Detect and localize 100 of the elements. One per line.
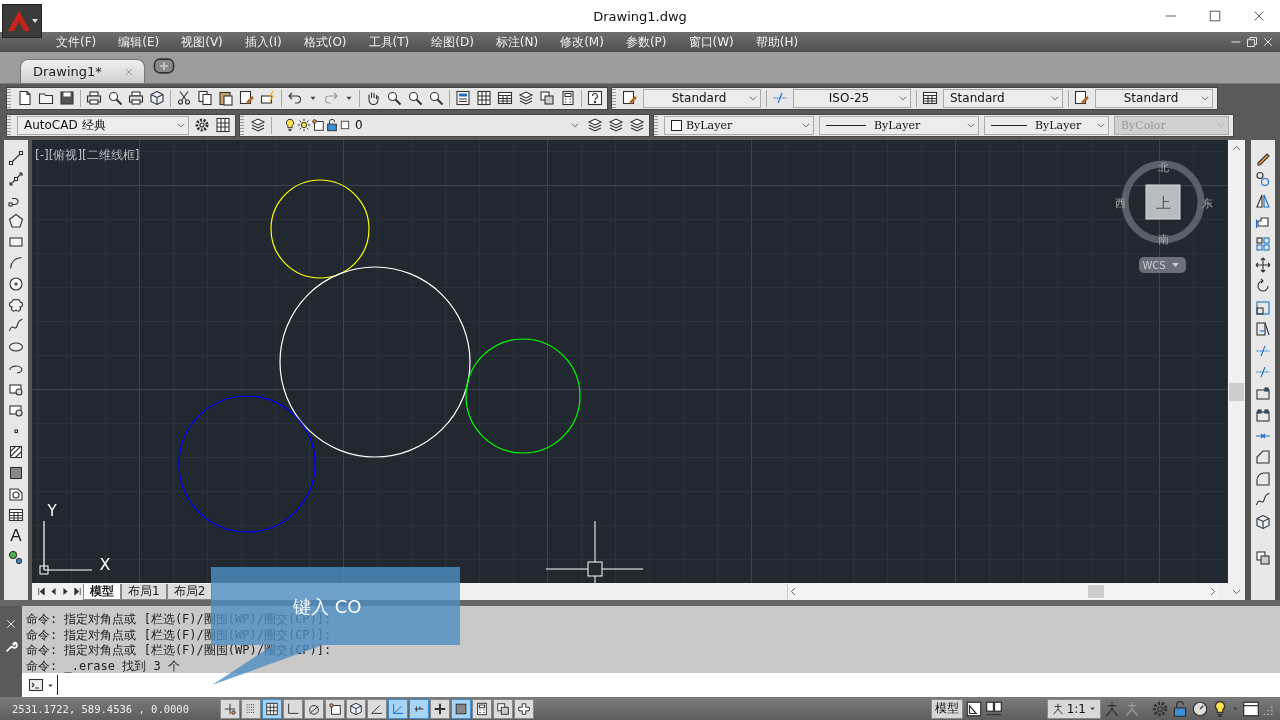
table-icon[interactable]: [497, 90, 513, 106]
workspace-dropdown[interactable]: AutoCAD 经典: [17, 115, 189, 135]
application-menu-button[interactable]: [2, 4, 42, 38]
magnifier-icon[interactable]: [407, 90, 423, 106]
stretch-icon[interactable]: [1255, 321, 1271, 338]
layout-tab[interactable]: 布局1: [121, 583, 167, 600]
menu-item[interactable]: 格式(O): [303, 33, 347, 51]
status-toggle[interactable]: [304, 698, 324, 719]
hand-icon[interactable]: [365, 90, 381, 106]
chevron-down-icon[interactable]: [570, 120, 580, 130]
last-icon[interactable]: [72, 586, 83, 597]
layers-icon[interactable]: [629, 117, 645, 133]
chevron-down-icon[interactable]: [176, 120, 186, 130]
chevron-down-icon[interactable]: [801, 120, 811, 130]
dial-icon[interactable]: [1191, 699, 1209, 718]
menu-item[interactable]: 视图(V): [181, 33, 223, 51]
chamfer-icon[interactable]: [1255, 449, 1271, 466]
overlapping-squares-icon[interactable]: [1255, 550, 1271, 567]
scissors-icon[interactable]: [176, 90, 192, 106]
fillet-icon[interactable]: [1255, 470, 1271, 487]
text-tool[interactable]: A: [10, 528, 22, 544]
help-icon[interactable]: [587, 90, 603, 106]
viewport-label[interactable]: [-][俯视][二维线框]: [35, 147, 140, 164]
chevron-down-icon[interactable]: [1050, 93, 1060, 103]
status-toggle[interactable]: [388, 698, 408, 719]
text-style-dropdown[interactable]: Standard: [643, 88, 761, 108]
first-icon[interactable]: [36, 586, 47, 597]
dots-icon[interactable]: [8, 549, 24, 565]
menu-item[interactable]: 标注(N): [495, 33, 539, 51]
status-toggle[interactable]: [367, 698, 387, 719]
region-icon[interactable]: [8, 486, 24, 502]
menu-item[interactable]: 窗口(W): [688, 33, 734, 51]
wrench-icon[interactable]: [4, 640, 18, 654]
menu-item[interactable]: 工具(T): [368, 33, 410, 51]
page-icon[interactable]: [17, 90, 33, 106]
triangle-right-icon[interactable]: [60, 586, 71, 597]
triangle-left-icon[interactable]: [48, 586, 59, 597]
restore-icon[interactable]: [1246, 36, 1258, 48]
chevron-down-icon[interactable]: [748, 93, 758, 103]
menu-item[interactable]: 绘图(D): [431, 33, 474, 51]
pentagon-icon[interactable]: [8, 213, 24, 229]
chevron-down-icon[interactable]: [966, 120, 976, 130]
brush-icon[interactable]: [239, 90, 255, 106]
calculator-icon[interactable]: [560, 90, 576, 106]
menu-item[interactable]: 插入(I): [244, 33, 282, 51]
layout-tab[interactable]: 布局2: [166, 583, 213, 600]
gradient-icon[interactable]: [8, 465, 24, 481]
padlock-icon[interactable]: [1171, 699, 1189, 718]
layout-tab[interactable]: 模型: [83, 583, 121, 600]
line-icon[interactable]: [8, 150, 24, 166]
magnifier-icon[interactable]: [428, 90, 444, 106]
horizontal-scrollbar[interactable]: [787, 584, 1218, 599]
status-toggle[interactable]: [409, 698, 429, 719]
scroll-thumb[interactable]: [1088, 585, 1104, 598]
rectangle-dots-icon[interactable]: [1255, 406, 1271, 423]
block-icon[interactable]: [8, 381, 24, 397]
status-toggle[interactable]: [346, 698, 366, 719]
copy-icon[interactable]: [197, 90, 213, 106]
undo-icon[interactable]: [287, 90, 303, 106]
table-icon[interactable]: [8, 507, 24, 523]
dashed-line-icon[interactable]: [772, 90, 788, 106]
printer-icon[interactable]: [86, 90, 102, 106]
lightning-icon[interactable]: [260, 90, 276, 106]
block-icon[interactable]: [8, 402, 24, 418]
panel-icon[interactable]: [455, 90, 471, 106]
chevron-down-icon[interactable]: [898, 93, 908, 103]
mirror-icon[interactable]: [1255, 192, 1271, 209]
model-space-button[interactable]: 模型: [930, 698, 963, 719]
ellipse-icon[interactable]: [8, 339, 24, 355]
layers-icon[interactable]: [608, 117, 624, 133]
status-toggle[interactable]: [451, 698, 471, 719]
table-style-dropdown[interactable]: Standard: [943, 88, 1063, 108]
printer-icon[interactable]: [128, 90, 144, 106]
double-arrow-line-icon[interactable]: [8, 171, 24, 187]
gear-icon[interactable]: [194, 117, 210, 133]
brush-icon[interactable]: [622, 90, 638, 106]
wave-icon[interactable]: [8, 318, 24, 334]
cube-icon[interactable]: [149, 90, 165, 106]
folder-icon[interactable]: [38, 90, 54, 106]
menu-item[interactable]: 修改(M): [560, 33, 604, 51]
dimension-style-dropdown[interactable]: ISO-25: [793, 88, 911, 108]
two-circles-icon[interactable]: [1255, 171, 1271, 188]
rectangle-icon[interactable]: [8, 234, 24, 250]
new-tab-icon[interactable]: [153, 55, 175, 77]
status-toggle[interactable]: [262, 698, 282, 719]
arc-icon[interactable]: [8, 255, 24, 271]
magnifier-icon[interactable]: [107, 90, 123, 106]
brush-icon[interactable]: [1074, 90, 1090, 106]
magnifier-icon[interactable]: [386, 90, 402, 106]
status-toggle[interactable]: [283, 698, 303, 719]
cube-icon[interactable]: [1255, 513, 1271, 530]
table-icon[interactable]: [922, 90, 938, 106]
layouts-icon[interactable]: [984, 699, 1003, 718]
status-toggle[interactable]: [493, 698, 513, 719]
lineweight-dropdown[interactable]: ByLayer: [984, 115, 1109, 135]
grid-icon[interactable]: [215, 117, 231, 133]
save-icon[interactable]: [59, 90, 75, 106]
close-icon[interactable]: [5, 618, 17, 630]
scroll-thumb[interactable]: [1229, 383, 1244, 401]
status-toggle[interactable]: [241, 698, 261, 719]
